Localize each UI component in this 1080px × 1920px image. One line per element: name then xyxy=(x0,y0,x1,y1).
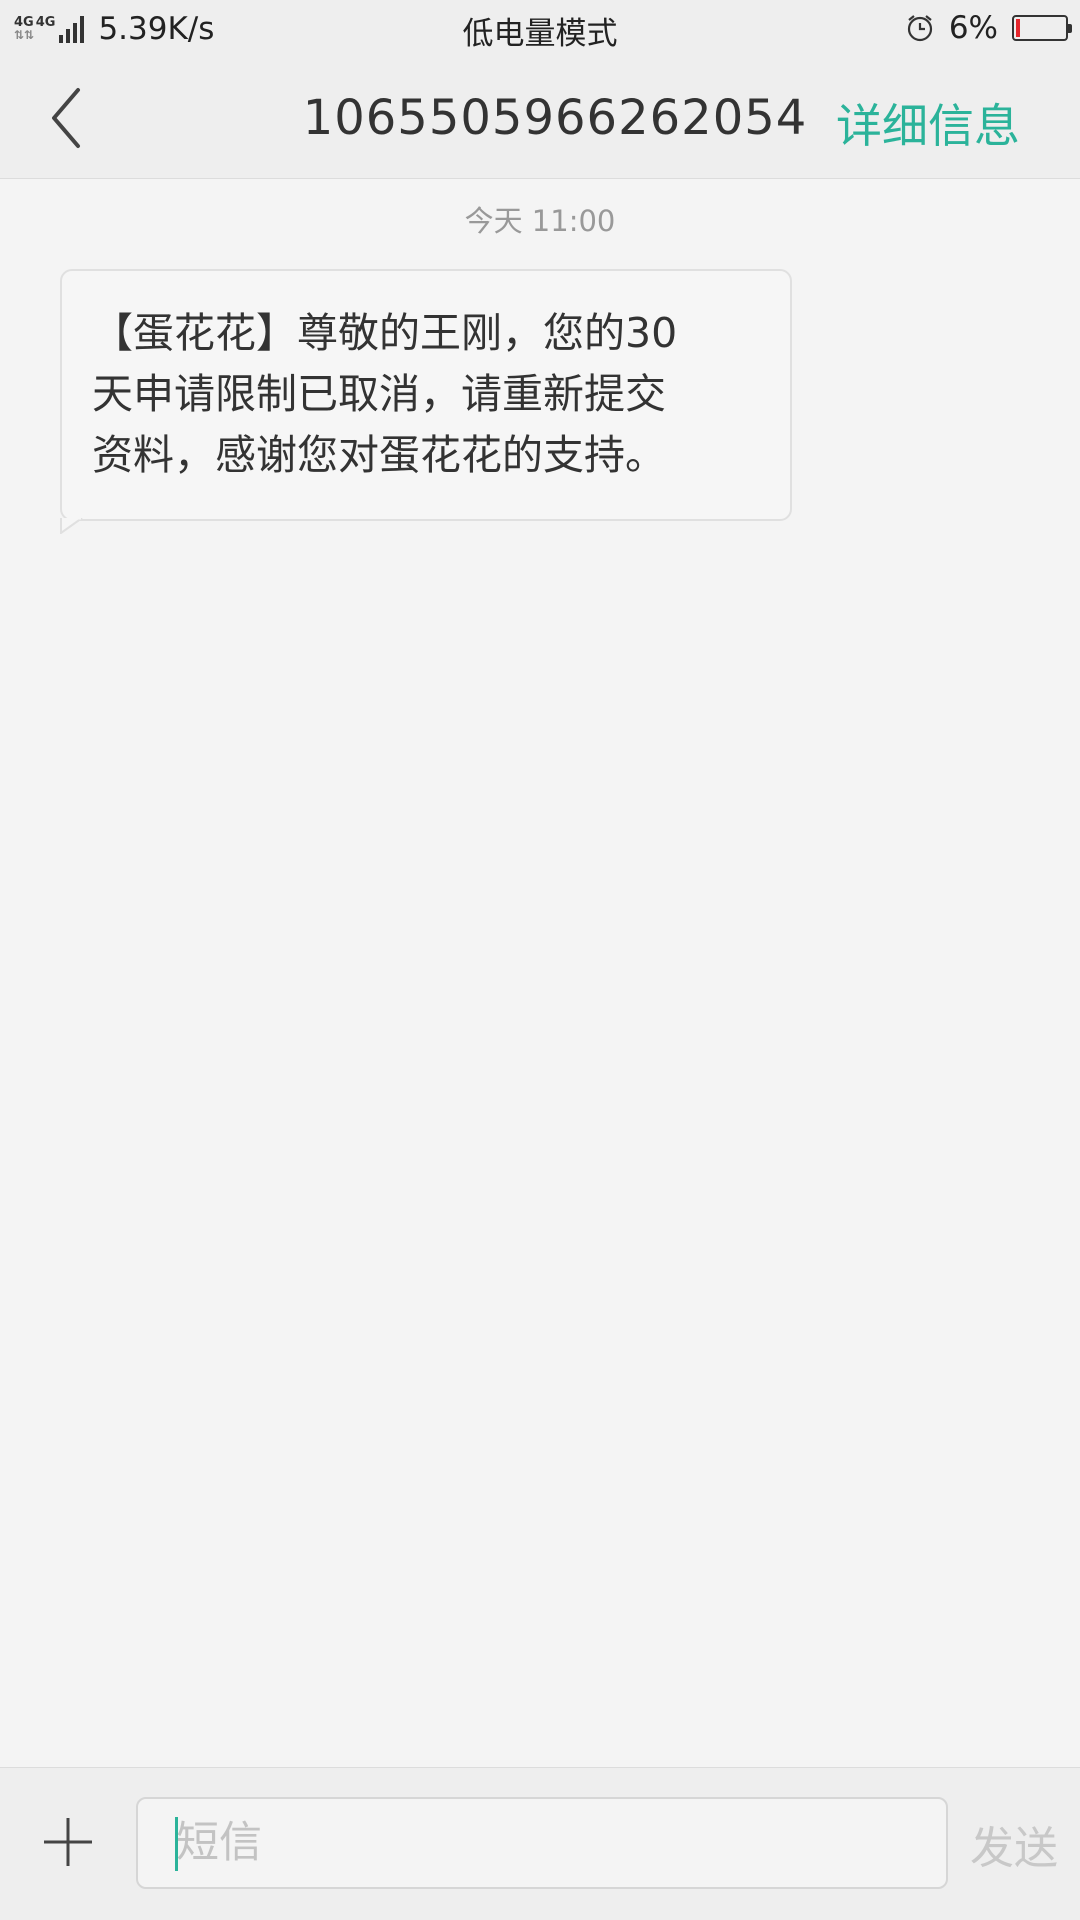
message-timestamp: 今天 11:00 xyxy=(464,204,616,238)
text-cursor xyxy=(175,1817,178,1871)
add-attachment-button[interactable] xyxy=(38,1812,98,1872)
battery-level xyxy=(1016,19,1020,37)
message-line: 天申请限制已取消，请重新提交 xyxy=(92,370,666,418)
battery-percent: 6% xyxy=(948,10,998,46)
bubble-tail xyxy=(60,518,83,534)
message-input[interactable] xyxy=(136,1797,948,1889)
alarm-icon xyxy=(907,15,932,42)
message-line: 【蛋花花】尊敬的王刚，您的30 xyxy=(92,309,678,357)
conversation-header: 1065505966262054 详细信息 xyxy=(0,58,1080,179)
details-button[interactable]: 详细信息 xyxy=(836,90,1020,156)
battery-icon xyxy=(1012,15,1072,41)
send-button[interactable]: 发送 xyxy=(970,1812,1058,1876)
message-line: 资料，感谢您对蛋花花的支持。 xyxy=(92,431,666,479)
incoming-message-bubble[interactable]: 【蛋花花】尊敬的王刚，您的30 天申请限制已取消，请重新提交 资料，感谢您对蛋花… xyxy=(60,269,792,521)
compose-bar: 发送 xyxy=(0,1767,1080,1920)
status-bar: 4G 4G ⇅⇅ 5.39K/s 低电量模式 6% xyxy=(0,0,1080,58)
sms-conversation-screen: 4G 4G ⇅⇅ 5.39K/s 低电量模式 6% 10655059662620… xyxy=(0,0,1080,1920)
plus-icon xyxy=(44,1818,92,1866)
status-right: 6% xyxy=(905,10,1072,46)
